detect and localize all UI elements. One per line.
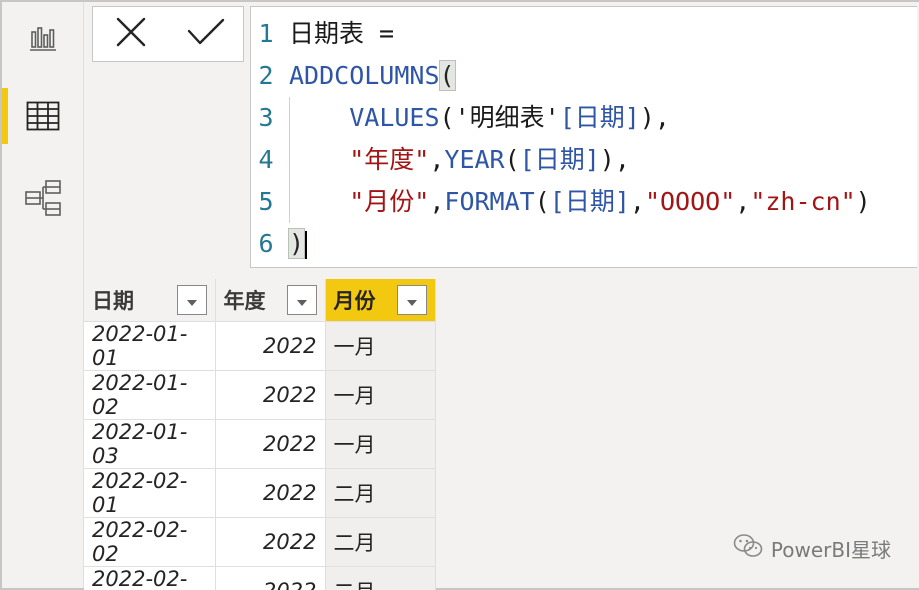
table-row[interactable]: 2022-02-01 2022 二月 [84,468,436,518]
filter-dropdown-button[interactable] [396,284,427,315]
code-token: , [429,187,445,216]
code-token: "月份" [349,187,430,216]
close-icon [114,15,148,53]
cell-date[interactable]: 2022-02-01 [84,468,216,518]
code-token: "OOOO" [644,187,736,216]
report-view-button[interactable] [2,2,84,74]
table-row[interactable]: 2022-02-032022二月 [84,566,436,590]
cell-year[interactable]: 2022 [215,566,326,590]
code-token: VALUES [349,103,440,132]
code-token: [日期] [549,187,630,216]
code-text: VALUES('明细表'[日期]), [289,97,670,139]
commit-formula-button[interactable] [182,10,230,58]
code-text: 日期表 = [289,13,394,55]
chevron-down-icon [186,288,198,312]
check-icon [187,17,225,51]
text-caret [305,231,308,259]
cell-year[interactable]: 2022 [215,517,326,567]
dax-formula-editor[interactable]: 1 日期表 = 2 ADDCOLUMNS(3 VALUES('明细表'[日期]), 4 … [250,6,917,268]
watermark: PowerBI星球 [733,533,891,564]
cell-month[interactable]: 二月 [325,468,436,518]
view-switcher-rail [2,2,84,588]
code-token: [日期] [559,103,640,132]
chevron-down-icon [406,288,418,312]
cell-month[interactable]: 一月 [325,321,436,371]
cancel-formula-button[interactable] [107,10,155,58]
code-token: [日期] [519,145,600,174]
code-token: ) [855,187,871,216]
frame-top [0,0,919,2]
line-number: 1 [258,19,274,48]
column-header-date[interactable]: 日期 [84,279,216,322]
cell-date[interactable]: 2022-01-02 [84,370,216,420]
wechat-icon [733,533,763,564]
line-number: 2 [258,61,274,90]
cell-year[interactable]: 2022 [215,419,326,469]
code-token: "zh-cn" [750,187,856,216]
cell-month[interactable]: 二月 [325,517,436,567]
column-header-label: 月份 [333,288,376,313]
table-row[interactable]: 2022-01-02 2022 一月 [84,370,436,420]
column-header-year[interactable]: 年度 [215,279,326,322]
column-header-label: 年度 [223,288,266,313]
code-token: FORMAT [444,187,535,216]
line-number: 6 [258,229,274,258]
cell-month[interactable]: 一月 [325,419,436,469]
code-token: ( [534,187,550,216]
line-number: 5 [258,187,274,216]
model-view-button[interactable] [2,162,84,234]
bar-chart-icon [28,24,58,52]
code-token: ADDCOLUMNS [289,61,440,90]
header-row: 日期 年度 月份 [84,279,436,322]
code-text: ADDCOLUMNS( [289,55,456,97]
line-number: 4 [258,145,274,174]
table-row[interactable]: 2022-01-03 2022 一月 [84,419,436,469]
cell-date[interactable]: 2022-02-03 [84,566,216,590]
code-token: YEAR [444,145,505,174]
code-token: , [429,145,445,174]
filter-dropdown-button[interactable] [176,284,207,315]
code-token: , [629,187,645,216]
data-view-button[interactable] [2,80,84,152]
cell-month[interactable]: 二月 [325,566,436,590]
table-icon [26,101,60,131]
code-token: ('明细表' [439,103,560,132]
code-text: "月份",FORMAT([日期],"OOOO","zh-cn") [289,181,871,223]
cell-date[interactable]: 2022-01-01 [84,321,216,371]
code-token: ( [504,145,520,174]
cell-year[interactable]: 2022 [215,370,326,420]
watermark-text: PowerBI星球 [770,538,891,562]
table-row[interactable]: 2022-02-02 2022 二月 [84,517,436,567]
code-token: "年度" [349,145,430,174]
cell-month[interactable]: 一月 [325,370,436,420]
cell-year[interactable]: 2022 [215,321,326,371]
cell-date[interactable]: 2022-01-03 [84,419,216,469]
cell-date[interactable]: 2022-02-02 [84,517,216,567]
column-header-month[interactable]: 月份 [325,279,436,322]
code-token: 日期表 = [289,19,395,48]
line-number: 3 [258,103,274,132]
cell-year[interactable]: 2022 [215,468,326,518]
code-token: ), [639,103,670,132]
data-grid: 日期 年度 月份 2022-01-01 2022 一月 2022-01-02 2… [84,279,436,590]
code-token: ( [438,60,456,91]
table-row[interactable]: 2022-01-01 2022 一月 [84,321,436,371]
code-token: ) [287,228,306,259]
formula-commit-controls [92,6,244,62]
model-icon [24,179,62,217]
filter-dropdown-button[interactable] [286,284,317,315]
grid-body: 2022-01-01 2022 一月 2022-01-02 2022 一月 2022-01-… [84,321,436,590]
column-header-label: 日期 [92,288,134,313]
chevron-down-icon [296,288,308,312]
code-token: , [735,187,751,216]
code-token: ), [599,145,630,174]
code-text: ) [287,223,308,265]
code-text: "年度",YEAR([日期]), [289,139,630,181]
